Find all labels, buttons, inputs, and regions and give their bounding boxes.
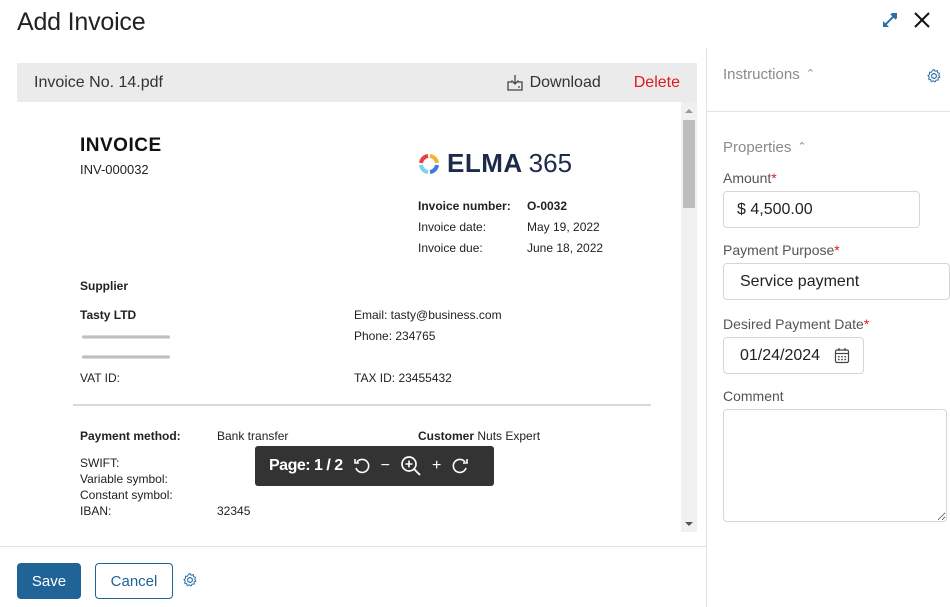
customer: Customer Nuts Expert [418, 429, 540, 443]
variable-symbol-label: Variable symbol: [80, 472, 168, 486]
required-marker: * [771, 170, 777, 186]
customer-value: Nuts Expert [477, 429, 541, 443]
invoice-code: INV-000032 [80, 162, 149, 177]
chevron-up-icon: ⌃ [805, 68, 815, 80]
meta-value-1: May 19, 2022 [527, 220, 600, 234]
elma-logo: ELMA 365 [417, 148, 572, 179]
download-button[interactable]: Download [506, 74, 601, 92]
meta-label-0: Invoice number: [418, 199, 511, 213]
payment-date-value: 01/24/2024 [740, 346, 821, 364]
vat-label: VAT ID: [80, 371, 121, 385]
cancel-button[interactable]: Cancel [95, 563, 173, 599]
payment-date-label-text: Desired Payment Date [723, 316, 864, 332]
download-icon [506, 74, 523, 91]
payment-purpose-input[interactable]: Service payment [723, 263, 950, 300]
header-actions [880, 10, 932, 30]
document-area: Invoice No. 14.pdf Download Delete INVOI… [0, 48, 706, 607]
instructions-label: Instructions [723, 66, 800, 83]
payment-purpose-label: Payment Purpose* [723, 242, 840, 258]
panel-divider [707, 111, 950, 112]
payment-method-value: Bank transfer [217, 429, 289, 443]
scroll-up-arrow[interactable] [685, 109, 693, 113]
page-toolbar: Page: 1 / 2 − + [255, 446, 494, 486]
save-button[interactable]: Save [17, 563, 81, 599]
supplier-phone: Phone: 234765 [354, 329, 436, 343]
close-icon[interactable] [912, 10, 932, 30]
meta-value-2: June 18, 2022 [527, 241, 604, 255]
amount-label-text: Amount [723, 170, 772, 186]
customer-label: Customer [418, 429, 475, 443]
viewer-scrollbar[interactable] [681, 102, 697, 532]
required-marker: * [834, 242, 840, 258]
rotate-right-icon[interactable] [451, 457, 469, 475]
page-title: Add Invoice [17, 8, 146, 36]
amount-label: Amount* [723, 170, 777, 186]
payment-date-label: Desired Payment Date* [723, 316, 869, 332]
settings-gear-icon[interactable] [926, 68, 942, 89]
iban-label: IBAN: [80, 504, 112, 518]
download-label: Download [529, 73, 601, 91]
properties-toggle[interactable]: Properties ⌃ [723, 139, 807, 156]
redacted-line [82, 355, 170, 359]
zoom-out-button[interactable]: − [381, 457, 390, 475]
logo-word: ELMA [447, 148, 523, 178]
amount-input[interactable]: $ 4,500.00 [723, 191, 920, 228]
file-name: Invoice No. 14.pdf [34, 73, 163, 91]
zoom-in-button[interactable]: + [432, 457, 441, 475]
meta-label-1: Invoice date: [418, 220, 487, 234]
supplier-name: Tasty LTD [80, 308, 137, 322]
instructions-toggle[interactable]: Instructions ⌃ [723, 66, 815, 83]
chevron-up-icon: ⌃ [797, 141, 807, 153]
supplier-tax-id: TAX ID: 23455432 [354, 371, 452, 385]
properties-panel: Instructions ⌃ Properties ⌃ Amount* $ 4,… [706, 48, 950, 607]
invoice-heading: INVOICE [80, 135, 162, 156]
logo-number: 365 [528, 148, 573, 178]
settings-gear-icon[interactable] [182, 572, 198, 593]
supplier-email: Email: tasty@business.com [354, 308, 502, 322]
redacted-line [82, 335, 170, 339]
expand-arrows-icon[interactable] [880, 10, 900, 30]
supplier-label: Supplier [80, 279, 129, 293]
page-indicator: Page: 1 / 2 [269, 457, 343, 474]
zoom-icon[interactable] [400, 455, 422, 477]
properties-label: Properties [723, 139, 792, 156]
meta-label-2: Invoice due: [418, 241, 483, 255]
scroll-thumb[interactable] [683, 120, 695, 208]
divider [73, 404, 651, 406]
comment-textarea[interactable] [723, 409, 947, 522]
payment-date-input[interactable]: 01/24/2024 [723, 337, 864, 374]
calendar-icon[interactable] [834, 347, 850, 364]
swift-label: SWIFT: [80, 456, 120, 470]
required-marker: * [863, 316, 870, 332]
elma-logo-icon [419, 153, 439, 174]
iban-value: 32345 [217, 504, 251, 518]
payment-purpose-label-text: Payment Purpose [723, 242, 835, 258]
payment-method-label: Payment method: [80, 429, 181, 443]
delete-button[interactable]: Delete [634, 74, 680, 92]
footer-divider [0, 546, 706, 547]
scroll-down-arrow[interactable] [685, 522, 693, 526]
constant-symbol-label: Constant symbol: [80, 488, 173, 502]
comment-label: Comment [723, 388, 784, 404]
file-bar: Invoice No. 14.pdf Download Delete [17, 63, 697, 102]
meta-value-0: O-0032 [527, 199, 568, 213]
rotate-left-icon[interactable] [353, 457, 371, 475]
pdf-viewer[interactable]: INVOICE INV-000032 ELMA 365 Invoice numb… [17, 102, 697, 532]
